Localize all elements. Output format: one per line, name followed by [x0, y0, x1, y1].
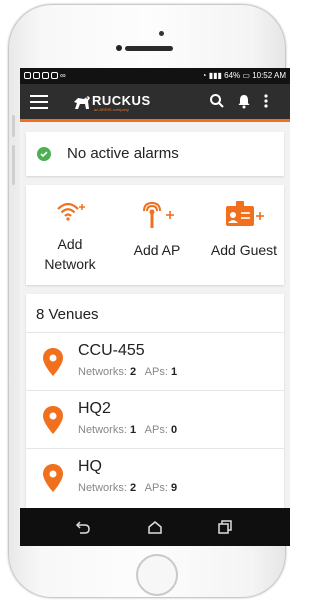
dog-icon: [74, 96, 90, 109]
add-network-label: Add Network: [44, 236, 96, 272]
venue-name: HQ: [78, 458, 102, 475]
venue-stats: Networks: 1 APs: 0: [78, 424, 178, 436]
venues-title: 8 Venues: [36, 306, 99, 323]
battery-level: 64%: [224, 71, 241, 80]
brand-name: RUCKUS: [92, 93, 151, 108]
alarm-status-text: No active alarms: [67, 145, 179, 162]
venue-item[interactable]: HQ2 Networks: 1 APs: 0: [26, 390, 284, 449]
location-pin-icon: [43, 406, 63, 434]
volume-button: [12, 115, 15, 137]
android-nav-bar: [20, 508, 290, 546]
location-pin-icon: [43, 464, 63, 492]
battery-icon: ▭: [242, 71, 250, 80]
add-guest-icon: [226, 201, 264, 226]
venue-name: CCU-455: [78, 342, 145, 359]
voicemail-icon: [51, 72, 58, 80]
add-network-button[interactable]: Add Network: [40, 199, 100, 274]
signal-icon: ▮▮▮: [208, 71, 222, 80]
brand-tagline: an ARRIS company: [94, 107, 129, 112]
venue-item[interactable]: CCU-455 Networks: 2 APs: 1: [26, 332, 284, 391]
alarm-status-card[interactable]: No active alarms: [26, 132, 284, 176]
app-screen: ∞ ◔ ▮▮▮ 64% ▭ 10:52 AM RUCKUS an ARRIS c…: [20, 68, 290, 546]
app-bar: RUCKUS an ARRIS company: [20, 84, 290, 122]
recent-apps-icon[interactable]: [216, 518, 234, 536]
infinity-icon: ∞: [60, 71, 67, 80]
whatsapp-icon: [24, 72, 31, 80]
status-bar: ∞ ◔ ▮▮▮ 64% ▭ 10:52 AM: [20, 68, 290, 84]
quick-actions-card: Add Network Add AP Add Guest: [26, 185, 284, 285]
more-vert-icon[interactable]: [257, 92, 275, 110]
add-guest-button[interactable]: Add Guest: [208, 199, 280, 260]
add-guest-label: Add Guest: [210, 242, 278, 258]
home-button[interactable]: [136, 554, 178, 596]
add-ap-icon: [143, 201, 174, 228]
venue-item[interactable]: HQ Networks: 2 APs: 9: [26, 448, 284, 507]
check-circle-icon: [37, 147, 51, 161]
image-icon: [42, 72, 49, 80]
clock: 10:52 AM: [252, 71, 286, 80]
add-ap-button[interactable]: Add AP: [129, 199, 185, 260]
menu-icon[interactable]: [30, 95, 48, 109]
venue-name: HQ2: [78, 400, 111, 417]
add-network-icon: [57, 202, 85, 221]
system-icons: ◔ ▮▮▮ 64% ▭ 10:52 AM: [202, 71, 286, 80]
location-pin-icon: [43, 348, 63, 376]
bell-icon[interactable]: [235, 92, 253, 110]
back-icon[interactable]: [74, 518, 92, 536]
wifi-icon: ◔: [201, 71, 207, 80]
video-icon: [33, 72, 40, 80]
search-icon[interactable]: [208, 92, 226, 110]
venue-stats: Networks: 2 APs: 9: [78, 482, 178, 494]
home-icon[interactable]: [146, 518, 164, 536]
ruckus-logo: RUCKUS an ARRIS company: [72, 90, 162, 116]
front-camera: [159, 31, 164, 36]
proximity-sensor: [116, 45, 122, 51]
volume-button: [12, 145, 15, 185]
add-ap-label: Add AP: [133, 242, 181, 258]
venue-stats: Networks: 2 APs: 1: [78, 366, 178, 378]
notification-icons: ∞: [24, 71, 67, 80]
earpiece-speaker: [125, 46, 173, 51]
